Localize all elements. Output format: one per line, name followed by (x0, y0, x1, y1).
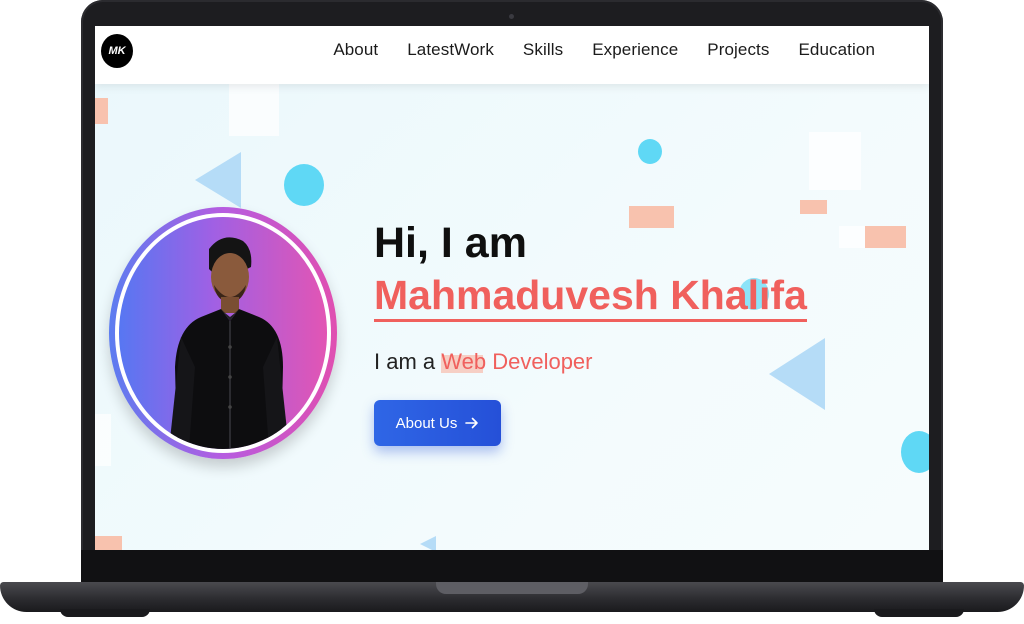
profile-photo (119, 217, 327, 449)
laptop-foot-right (874, 609, 964, 617)
laptop-chin (81, 550, 943, 584)
person-silhouette (169, 237, 289, 449)
screen: MK About LatestWork Skills Experience Pr… (95, 26, 929, 550)
arrow-right-icon (465, 417, 479, 429)
about-us-button-label: About Us (395, 414, 458, 432)
laptop-foot-left (60, 609, 150, 617)
nav-item-projects[interactable]: Projects (707, 40, 769, 60)
decor-triangle (769, 338, 825, 410)
laptop-notch (436, 582, 588, 594)
decor-rect (95, 414, 111, 466)
profile-photo-ring (109, 207, 337, 459)
decor-rect (95, 536, 122, 550)
logo[interactable]: MK (101, 34, 133, 68)
nav-item-latestwork[interactable]: LatestWork (407, 40, 494, 60)
camera-icon (509, 14, 514, 19)
decor-rect (800, 200, 827, 214)
hero-name: Mahmaduvesh Khalifa (374, 275, 807, 322)
profile-photo-border (115, 213, 331, 453)
decor-circle (901, 431, 929, 473)
decor-rect (809, 132, 861, 190)
decor-rect (229, 84, 279, 136)
decor-triangle (195, 152, 241, 208)
decor-rect (95, 98, 108, 124)
nav-item-education[interactable]: Education (798, 40, 875, 60)
decor-triangle (420, 536, 436, 550)
decor-rect (839, 226, 865, 248)
role-text: Web Developer (441, 349, 593, 374)
decor-circle (638, 139, 662, 164)
nav-item-about[interactable]: About (333, 40, 378, 60)
top-navbar: MK About LatestWork Skills Experience Pr… (95, 26, 929, 84)
hero-greeting: Hi, I am (374, 219, 527, 267)
decor-rect (865, 226, 906, 248)
decor-circle (284, 164, 324, 206)
nav-item-skills[interactable]: Skills (523, 40, 563, 60)
nav-menu: About LatestWork Skills Experience Proje… (333, 40, 875, 60)
role-prefix: I am a (374, 349, 436, 374)
about-us-button[interactable]: About Us (374, 400, 501, 446)
hero-role-line: I am a Web Developer (374, 349, 593, 375)
decor-rect (629, 206, 674, 228)
nav-item-experience[interactable]: Experience (592, 40, 678, 60)
